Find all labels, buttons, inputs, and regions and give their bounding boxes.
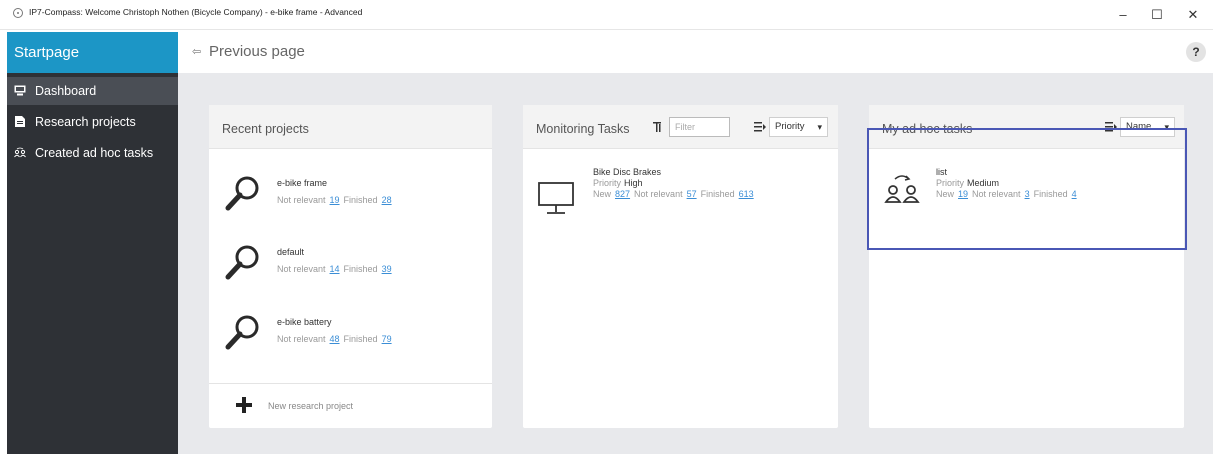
document-icon (15, 116, 25, 127)
finished-link[interactable]: 39 (382, 264, 392, 274)
panel-title: Recent projects (222, 122, 309, 136)
project-item[interactable]: e-bike battery Not relevant 48 Finished 79 (209, 306, 492, 376)
minimize-button[interactable]: – (1113, 5, 1133, 25)
new-link[interactable]: 827 (615, 189, 630, 199)
project-stats: Not relevant 48 Finished 79 (277, 334, 396, 344)
close-button[interactable]: ✕ (1183, 5, 1203, 25)
back-arrow-icon[interactable]: ⇦ (192, 45, 201, 58)
project-stats: Not relevant 14 Finished 39 (277, 264, 396, 274)
project-name[interactable]: e-bike frame (277, 178, 327, 188)
search-icon (225, 315, 259, 350)
people-icon (14, 147, 26, 158)
app-window: IP7-Compass: Welcome Christoph Nothen (B… (0, 0, 1213, 454)
panel-title: Monitoring Tasks (536, 122, 630, 136)
search-icon (225, 176, 259, 211)
chevron-down-icon: ▾ (817, 122, 822, 132)
stat-label: New (593, 189, 612, 199)
project-stats: Not relevant 19 Finished 28 (277, 195, 396, 205)
not-relevant-link[interactable]: 19 (330, 195, 340, 205)
sidebar-item-label: Created ad hoc tasks (35, 146, 154, 160)
dashboard-content: Recent projects e-bike frame Not relevan… (178, 73, 1213, 454)
sidebar-item-dashboard[interactable]: Dashboard (7, 77, 178, 105)
sidebar-item-label: Dashboard (35, 84, 97, 98)
stat-label: Not relevant (634, 189, 683, 199)
task-priority: Priority High (593, 178, 643, 188)
monitor-icon (14, 85, 26, 96)
project-item[interactable]: e-bike frame Not relevant 19 Finished 28 (209, 167, 492, 237)
not-relevant-link[interactable]: 57 (687, 189, 697, 199)
panel-header: Monitoring Tasks Filter Priority ▾ (523, 105, 838, 149)
finished-link[interactable]: 28 (382, 195, 392, 205)
new-research-project-button[interactable]: New research project (209, 383, 492, 428)
filter-input[interactable]: Filter (669, 117, 730, 137)
monitoring-tasks-panel: Monitoring Tasks Filter Priority ▾ Bike … (523, 105, 838, 428)
stat-label: Finished (343, 264, 378, 274)
project-item[interactable]: default Not relevant 14 Finished 39 (209, 236, 492, 306)
monitoring-task-item[interactable]: Bike Disc Brakes Priority High New 827 Not … (523, 149, 838, 229)
task-stats: New 827 Not relevant 57 Finished 613 (593, 189, 758, 199)
sort-select[interactable]: Priority ▾ (769, 117, 828, 137)
sidebar-item-created-ad-hoc-tasks[interactable]: Created ad hoc tasks (7, 139, 178, 167)
search-icon (225, 245, 259, 280)
help-button[interactable]: ? (1186, 42, 1206, 62)
filter-icon (653, 122, 661, 132)
app-icon (13, 8, 23, 18)
monitor-icon (538, 182, 574, 214)
project-name[interactable]: e-bike battery (277, 317, 332, 327)
sort-icon (754, 122, 766, 132)
plus-icon (236, 397, 252, 413)
panel-header: Recent projects (209, 105, 492, 149)
finished-link[interactable]: 613 (739, 189, 754, 199)
project-name[interactable]: default (277, 247, 304, 257)
not-relevant-link[interactable]: 48 (330, 334, 340, 344)
task-name[interactable]: Bike Disc Brakes (593, 167, 661, 177)
maximize-button[interactable]: ☐ (1147, 5, 1167, 25)
sort-value: Priority (775, 121, 805, 132)
sidebar-item-research-projects[interactable]: Research projects (7, 108, 178, 136)
finished-link[interactable]: 79 (382, 334, 392, 344)
selection-highlight (867, 128, 1187, 250)
stat-label: Not relevant (277, 264, 326, 274)
stat-label: Not relevant (277, 195, 326, 205)
window-title: IP7-Compass: Welcome Christoph Nothen (B… (29, 7, 363, 17)
new-project-label: New research project (268, 401, 354, 411)
sidebar-item-label: Research projects (35, 115, 136, 129)
priority-label: Priority (593, 178, 622, 188)
title-bar: IP7-Compass: Welcome Christoph Nothen (B… (0, 0, 1213, 30)
previous-page-link[interactable]: Previous page (209, 43, 305, 60)
stat-label: Finished (700, 189, 735, 199)
startpage-header[interactable]: Startpage (7, 32, 178, 73)
not-relevant-link[interactable]: 14 (330, 264, 340, 274)
priority-value: High (624, 178, 643, 188)
stat-label: Not relevant (277, 334, 326, 344)
stat-label: Finished (343, 334, 378, 344)
main-header: ⇦ Previous page ? (178, 32, 1213, 73)
stat-label: Finished (343, 195, 378, 205)
recent-projects-panel: Recent projects e-bike frame Not relevan… (209, 105, 492, 428)
sidebar: Startpage Dashboard Research projects Cr… (7, 32, 178, 454)
